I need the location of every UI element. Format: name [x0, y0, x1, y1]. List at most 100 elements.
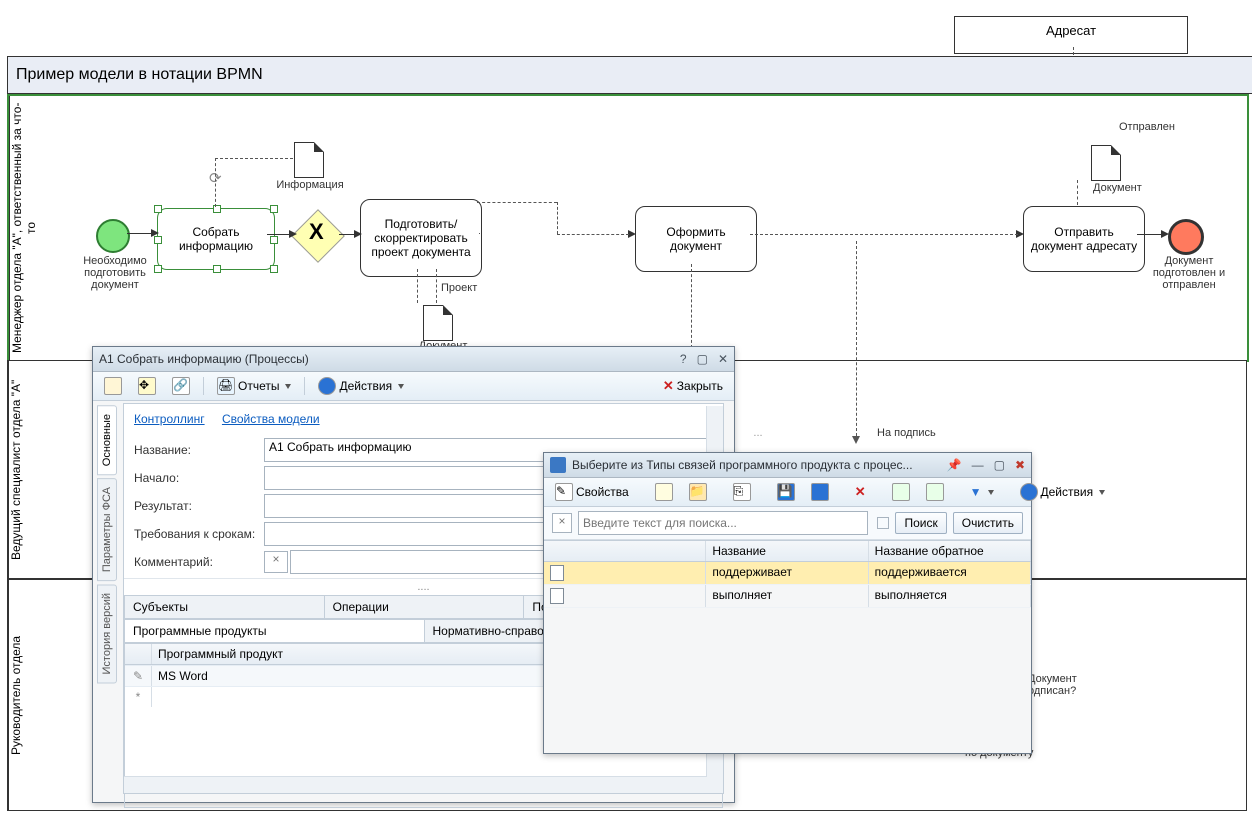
task-a1[interactable]: Собрать информацию: [157, 208, 275, 270]
col-name[interactable]: Название: [706, 541, 868, 561]
side-tab-main[interactable]: Основные: [97, 405, 117, 475]
cell-name-0: поддерживает: [706, 562, 868, 584]
row-icon: [544, 562, 706, 584]
label-na-podpis: На подпись: [877, 427, 957, 439]
cell-software[interactable]: MS Word: [152, 666, 589, 686]
arrow-icon: [151, 229, 159, 237]
list-row-0[interactable]: поддерживает поддерживается: [544, 562, 1031, 585]
end-event[interactable]: [1168, 219, 1204, 255]
close-icon[interactable]: ✕: [718, 352, 728, 366]
col-reverse[interactable]: Название обратное: [869, 541, 1031, 561]
properties-dialog-title-text: А1 Собрать информацию (Процессы): [99, 352, 309, 366]
start-event-label: Необходимо подготовить документ: [70, 255, 160, 291]
dflow-a2-rv: [557, 202, 558, 234]
arrow-down-icon: [852, 436, 860, 444]
participant-adresat: Адресат: [954, 16, 1188, 54]
picker-title-text: Выберите из Типы связей программного про…: [572, 458, 913, 472]
search-dropdown-icon[interactable]: [877, 517, 889, 529]
tb-close[interactable]: ✕ Закрыть: [658, 375, 728, 397]
data-object-sent-state: Отправлен: [1119, 121, 1199, 133]
tab-software[interactable]: Программные продукты: [124, 619, 425, 642]
row-new-icon: *: [125, 687, 152, 707]
tab-operations[interactable]: Операции: [324, 595, 525, 618]
pool-header: Пример модели в нотации BPMN: [7, 56, 1252, 94]
help-icon[interactable]: ?: [680, 352, 687, 366]
row-edit-icon[interactable]: ✎: [125, 666, 152, 686]
arrow-icon: [628, 230, 636, 238]
data-object-info[interactable]: [294, 142, 324, 178]
task-a2[interactable]: Подготовить/ скорректировать проект доку…: [360, 199, 482, 277]
data-object-sent-label: Документ: [1093, 182, 1163, 194]
participant-label: Адресат: [1046, 23, 1096, 38]
lbl-deadlines: Требования к срокам:: [134, 527, 264, 541]
form-scrollbar-h[interactable]: [124, 776, 707, 793]
minimize-icon[interactable]: —: [972, 458, 984, 472]
clear-comment-icon[interactable]: ×: [264, 551, 288, 573]
gateway-x-label: X: [309, 221, 324, 243]
arrow-icon: [1161, 230, 1169, 238]
label-oshibki: ...: [728, 427, 788, 439]
tab-subjects[interactable]: Субъекты: [124, 595, 325, 618]
picker-toolbar: ✎Свойства 📁 ⎘ 💾 ✕ ▼ Действия: [544, 478, 1031, 507]
picker-dialog[interactable]: Выберите из Типы связей программного про…: [543, 452, 1032, 754]
tb-new-icon[interactable]: [650, 480, 678, 504]
side-tab-fsa[interactable]: Параметры ФСА: [97, 478, 117, 581]
data-object-sent[interactable]: [1091, 145, 1121, 181]
link-model-props[interactable]: Свойства модели: [222, 412, 320, 426]
dflow-a2-rr: [557, 234, 629, 235]
start-event[interactable]: [96, 219, 130, 253]
pin-icon[interactable]: 📌: [947, 458, 962, 472]
list-row-1[interactable]: выполняет выполняется: [544, 585, 1031, 608]
assoc-info-v: [215, 158, 216, 207]
tb-new-icon[interactable]: [99, 374, 127, 398]
tb-filter-icon[interactable]: ▼: [965, 482, 999, 502]
data-object-project[interactable]: [423, 305, 453, 341]
maximize-icon[interactable]: ▢: [994, 458, 1005, 472]
cell-rev-1: выполняется: [869, 585, 1031, 607]
data-object-project-label: Проект: [441, 282, 501, 294]
links-row: Контроллинг Свойства модели: [124, 404, 723, 434]
tb-actions2[interactable]: Действия: [1015, 480, 1111, 504]
col-software[interactable]: Программный продукт: [152, 644, 589, 664]
maximize-icon[interactable]: ▢: [697, 352, 708, 366]
tb-folder-icon[interactable]: 📁: [684, 480, 712, 504]
task-send-label: Отправить документ адресату: [1028, 225, 1140, 253]
pool-title: Пример модели в нотации BPMN: [16, 66, 263, 84]
lane-2-title: Ведущий специалист отдела "А": [8, 361, 37, 578]
search-input[interactable]: [578, 511, 868, 535]
task-a1-label: Собрать информацию: [162, 225, 270, 253]
properties-dialog-title[interactable]: А1 Собрать информацию (Процессы) ? ▢ ✕: [93, 347, 734, 372]
search-button[interactable]: Поиск: [895, 512, 946, 534]
dflow-mid-l: [750, 234, 1018, 235]
data-object-info-label: Информация: [265, 179, 355, 191]
end-event-label: Документ подготовлен и отправлен: [1141, 255, 1237, 291]
dflow-a2-r: [477, 202, 557, 203]
tb-export-icon[interactable]: [887, 480, 915, 504]
picker-searchrow: × Поиск Очистить: [544, 507, 1031, 540]
link-controlling[interactable]: Контроллинг: [134, 412, 205, 426]
clear-button[interactable]: Очистить: [953, 512, 1023, 534]
search-clear-icon[interactable]: ×: [552, 513, 572, 533]
lbl-comment: Комментарий:: [134, 555, 264, 569]
task-send[interactable]: Отправить документ адресату: [1023, 206, 1145, 272]
arrow-icon: [289, 230, 297, 238]
close-icon[interactable]: ✖: [1015, 458, 1025, 472]
tb-save-icon[interactable]: 💾: [772, 480, 800, 504]
tb-reports[interactable]: 🖨Отчеты: [212, 374, 296, 398]
tb-move-icon[interactable]: ✥: [133, 374, 161, 398]
row-icon: [544, 585, 706, 607]
tb-import-icon[interactable]: [921, 480, 949, 504]
tb-delete-icon[interactable]: ✕: [850, 481, 871, 503]
tb-link-icon[interactable]: 🔗: [167, 374, 195, 398]
cell-rev-0: поддерживается: [869, 562, 1031, 584]
tb-saveall-icon[interactable]: [806, 480, 834, 504]
tb-actions[interactable]: Действия: [313, 374, 409, 398]
tb-props[interactable]: ✎Свойства: [550, 480, 634, 504]
task-format[interactable]: Оформить документ: [635, 206, 757, 272]
assoc-project2: [436, 269, 437, 303]
side-tabs: Основные Параметры ФСА История версий: [97, 405, 119, 796]
picker-title[interactable]: Выберите из Типы связей программного про…: [544, 453, 1031, 478]
side-tab-history[interactable]: История версий: [97, 584, 117, 683]
tb-copy-icon[interactable]: ⎘: [728, 480, 756, 504]
lane-1-title: Менеджер отдела "А", ответственный за чт…: [9, 96, 38, 360]
